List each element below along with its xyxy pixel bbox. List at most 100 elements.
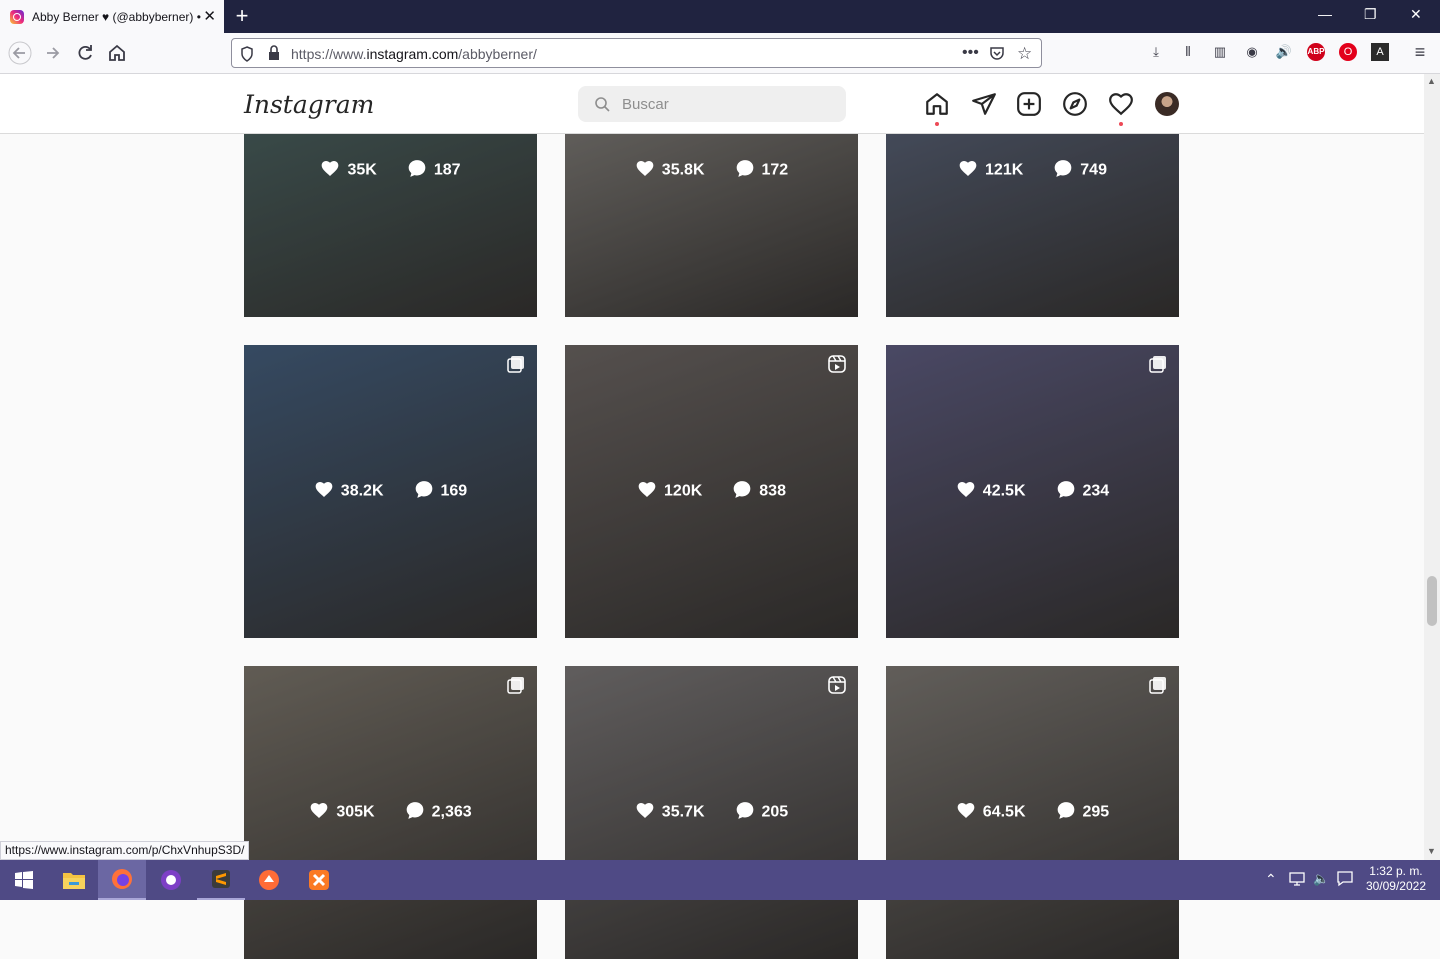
postman-icon[interactable] (245, 860, 293, 900)
post-stats: 35.8K 172 (565, 158, 858, 183)
comment-icon (732, 479, 752, 504)
menu-icon[interactable]: ≡ (1411, 43, 1429, 61)
file-explorer-icon[interactable] (50, 860, 98, 900)
url-bar[interactable]: https://www.instagram.com/abbyberner/ ••… (231, 38, 1042, 68)
heart-icon (637, 479, 657, 504)
close-tab-icon[interactable]: ✕ (203, 7, 216, 25)
shield-icon[interactable] (240, 46, 254, 67)
comment-icon (735, 158, 755, 183)
notification-dot (935, 122, 939, 126)
browser-tab[interactable]: Abby Berner ♥ (@abbyberner) • ✕ (0, 0, 224, 33)
page-actions-icon[interactable]: ••• (962, 44, 979, 62)
minimize-icon[interactable]: — (1318, 6, 1332, 22)
comment-icon (407, 158, 427, 183)
activity-heart-icon[interactable] (1108, 91, 1134, 117)
pocket-icon[interactable] (989, 45, 1005, 66)
close-window-icon[interactable]: ✕ (1410, 6, 1422, 23)
volume-icon[interactable]: 🔊 (1275, 43, 1293, 61)
reload-icon[interactable] (73, 41, 97, 65)
xampp-icon[interactable] (295, 860, 343, 900)
tab-strip: Abby Berner ♥ (@abbyberner) • ✕ + — ❐ ✕ (0, 0, 1440, 33)
github-desktop-icon[interactable] (147, 860, 195, 900)
heart-icon (635, 800, 655, 825)
scroll-up-icon[interactable]: ▲ (1427, 76, 1436, 86)
clock-date: 30/09/2022 (1365, 879, 1426, 893)
comments-count: 295 (1082, 803, 1110, 821)
new-post-icon[interactable] (1016, 91, 1042, 117)
likes-stat: 35K (320, 158, 377, 183)
reel-icon (828, 355, 846, 373)
sidebar-icon[interactable]: ▥ (1211, 43, 1229, 61)
comment-icon (414, 479, 434, 504)
home-icon[interactable] (924, 91, 950, 117)
notifications-icon[interactable] (1337, 871, 1353, 892)
likes-stat: 305K (309, 800, 375, 825)
show-hidden-icons-icon[interactable]: ⌃ (1265, 871, 1277, 888)
post-tile[interactable]: 120K 838 (565, 345, 858, 638)
sublime-text-icon[interactable] (197, 860, 245, 900)
search-placeholder: Buscar (622, 96, 669, 113)
post-tile[interactable]: 35.7K 205 (565, 666, 858, 959)
profile-avatar[interactable] (1155, 92, 1179, 116)
likes-count: 35.7K (661, 803, 705, 821)
library-icon[interactable]: ⫴ (1179, 43, 1197, 61)
post-tile[interactable]: 38.2K 169 (244, 345, 537, 638)
system-clock[interactable]: 1:32 p. m. 30/09/2022 (1366, 864, 1426, 894)
heart-icon (314, 479, 334, 504)
scroll-down-icon[interactable]: ▼ (1427, 846, 1436, 856)
restore-icon[interactable]: ❐ (1364, 6, 1377, 23)
post-tile[interactable]: 64.5K 295 (886, 666, 1179, 959)
explore-icon[interactable] (1062, 91, 1088, 117)
instagram-header: Instagram ⌄ Buscar (0, 74, 1424, 134)
translate-extension-icon[interactable]: A (1371, 43, 1389, 61)
back-icon[interactable] (8, 41, 32, 65)
network-icon[interactable] (1289, 872, 1305, 891)
heart-icon (956, 800, 976, 825)
post-stats: 121K 749 (886, 158, 1179, 183)
navigation-toolbar: https://www.instagram.com/abbyberner/ ••… (0, 33, 1440, 74)
comments-count: 234 (1082, 482, 1110, 500)
ublock-icon[interactable]: O (1339, 43, 1357, 61)
post-stats: 42.5K 234 (886, 479, 1179, 504)
windows-start-icon[interactable] (0, 860, 48, 900)
comments-stat: 838 (732, 479, 786, 504)
page-scrollbar[interactable]: ▲ ▼ (1424, 74, 1440, 860)
carousel-icon (1149, 355, 1167, 373)
comments-count: 187 (433, 161, 461, 179)
comment-icon (1056, 800, 1076, 825)
adblock-icon[interactable]: ABP (1307, 43, 1325, 61)
post-stats: 35K 187 (244, 158, 537, 183)
lock-icon[interactable] (268, 45, 280, 66)
direct-messages-icon[interactable] (971, 91, 997, 117)
comment-icon (1053, 158, 1073, 183)
account-icon[interactable]: ◉ (1243, 43, 1261, 61)
heart-icon (958, 158, 978, 183)
comments-count: 169 (440, 482, 468, 500)
likes-count: 35K (347, 161, 377, 179)
instagram-logo[interactable]: Instagram (244, 90, 374, 119)
tab-title: Abby Berner ♥ (@abbyberner) • (32, 9, 201, 24)
speaker-icon[interactable]: 🔈 (1313, 871, 1329, 887)
scrollbar-thumb[interactable] (1427, 576, 1437, 626)
chevron-down-icon[interactable]: ⌄ (356, 96, 366, 110)
post-tile[interactable]: 42.5K 234 (886, 345, 1179, 638)
likes-stat: 38.2K (314, 479, 384, 504)
post-tile[interactable]: 305K 2,363 (244, 666, 537, 959)
heart-icon (320, 158, 340, 183)
firefox-icon[interactable] (98, 860, 146, 900)
search-input[interactable]: Buscar (578, 86, 846, 122)
downloads-icon[interactable]: ⤓ (1147, 43, 1165, 61)
notification-dot (1119, 122, 1123, 126)
post-stats: 120K 838 (565, 479, 858, 504)
likes-stat: 35.7K (635, 800, 705, 825)
new-tab-button[interactable]: + (230, 3, 254, 29)
forward-icon[interactable] (41, 41, 65, 65)
likes-stat: 64.5K (956, 800, 1026, 825)
carousel-icon (507, 676, 525, 694)
search-icon (594, 96, 610, 117)
likes-count: 38.2K (340, 482, 384, 500)
home-icon[interactable] (105, 41, 129, 65)
bookmark-star-icon[interactable]: ☆ (1017, 44, 1032, 64)
comments-count: 205 (761, 803, 789, 821)
comments-count: 172 (761, 161, 789, 179)
